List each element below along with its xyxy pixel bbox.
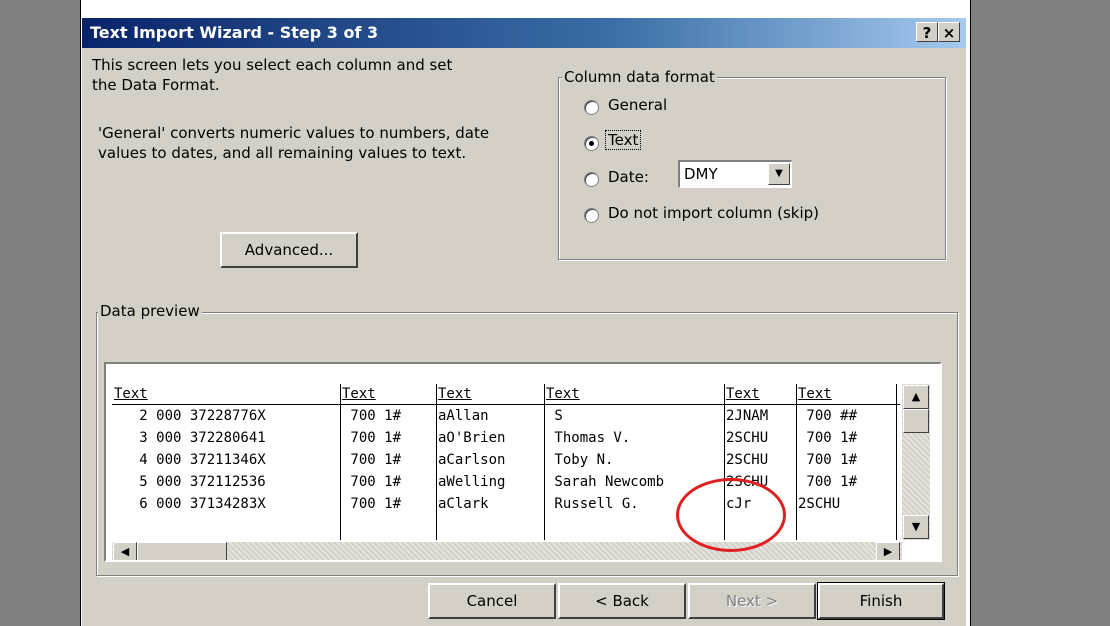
background-panel-right — [970, 0, 1110, 626]
intro-text-line2: the Data Format. — [92, 76, 220, 94]
cell: 700 1# — [342, 408, 402, 424]
column-header[interactable]: Text — [114, 384, 148, 404]
advanced-button-label: Advanced... — [244, 241, 334, 259]
cell: 700 1# — [798, 452, 858, 468]
help-button[interactable]: ? — [916, 22, 938, 42]
date-format-select[interactable]: DMY ▼ — [678, 160, 792, 188]
back-button-label: < Back — [595, 592, 649, 610]
cell: 700 1# — [342, 452, 402, 468]
background-panel-left — [0, 0, 81, 626]
cell: 5 000 372112536 — [114, 474, 266, 490]
date-format-value: DMY — [684, 165, 718, 183]
horizontal-scroll-thumb[interactable] — [137, 542, 227, 560]
cell: aAllan — [438, 408, 506, 424]
cell: 700 1# — [342, 496, 402, 512]
column-header[interactable]: Text — [342, 384, 376, 404]
back-button[interactable]: < Back — [558, 583, 686, 619]
intro-text-line1: This screen lets you select each column … — [92, 56, 453, 74]
column-header[interactable]: Text — [798, 384, 832, 404]
column-header[interactable]: Text — [438, 384, 472, 404]
next-button-label: Next > — [725, 592, 779, 610]
column-divider — [796, 384, 797, 540]
highlight-circle-annotation — [676, 478, 786, 552]
cell: Thomas V. — [546, 430, 656, 446]
cell: 700 1# — [798, 430, 858, 446]
header-separator — [112, 404, 900, 405]
cell: 2SCHU — [726, 430, 769, 446]
cell: Sarah Newcomb — [546, 474, 665, 490]
cell: 700 ## — [798, 408, 858, 424]
cell: Russell G. — [546, 496, 656, 512]
cell: 2 000 37228776X — [114, 408, 266, 424]
cell: aCarlson — [438, 452, 506, 468]
advanced-button[interactable]: Advanced... — [220, 232, 358, 268]
radio-skip-label[interactable]: Do not import column (skip) — [608, 204, 819, 222]
radio-text[interactable] — [584, 136, 599, 151]
description-line1: 'General' converts numeric values to num… — [98, 124, 490, 142]
horizontal-scrollbar[interactable]: ◀ ▶ — [112, 542, 902, 560]
scroll-up-icon[interactable]: ▲ — [903, 385, 929, 409]
cell: 6 000 37134283X — [114, 496, 266, 512]
text-import-wizard-dialog: Text Import Wizard - Step 3 of 3 ? × Thi… — [82, 18, 966, 626]
radio-text-label[interactable]: Text — [604, 130, 642, 150]
cancel-button[interactable]: Cancel — [428, 583, 556, 619]
cell: 2JNAM — [726, 408, 769, 424]
cell: Toby N. — [546, 452, 656, 468]
close-button[interactable]: × — [938, 22, 960, 42]
column-divider — [896, 384, 897, 540]
cell: aO'Brien — [438, 430, 506, 446]
cell: 2SCHU — [726, 452, 769, 468]
column-divider — [436, 384, 437, 540]
cell: 4 000 37211346X — [114, 452, 266, 468]
column-divider — [544, 384, 545, 540]
scroll-left-icon[interactable]: ◀ — [113, 542, 137, 560]
cell: 700 1# — [342, 474, 402, 490]
cancel-button-label: Cancel — [466, 592, 518, 610]
cell: aWelling — [438, 474, 506, 490]
scroll-thumb[interactable] — [903, 409, 929, 433]
column-divider — [340, 384, 341, 540]
column-data-format-label: Column data format — [562, 68, 717, 86]
radio-skip[interactable] — [584, 208, 599, 223]
column-header[interactable]: Text — [726, 384, 760, 404]
cell: aClark — [438, 496, 506, 512]
title-bar: Text Import Wizard - Step 3 of 3 ? × — [82, 18, 966, 48]
cell: 2SCHU — [798, 496, 858, 512]
cell: S — [546, 408, 656, 424]
data-preview-area[interactable]: Text Text Text Text Text Text 2 000 3722… — [104, 362, 942, 562]
description-line2: values to dates, and all remaining value… — [98, 144, 467, 162]
radio-date[interactable] — [584, 172, 599, 187]
data-preview-label: Data preview — [98, 302, 202, 320]
next-button[interactable]: Next > — [688, 583, 816, 619]
chevron-down-icon[interactable]: ▼ — [768, 163, 790, 185]
radio-general-label[interactable]: General — [608, 96, 667, 114]
cell: 700 1# — [342, 430, 402, 446]
finish-button[interactable]: Finish — [817, 582, 945, 620]
vertical-scrollbar[interactable]: ▲ ▼ — [902, 384, 930, 540]
finish-button-label: Finish — [859, 592, 903, 610]
column-header[interactable]: Text — [546, 384, 580, 404]
window-title: Text Import Wizard - Step 3 of 3 — [90, 23, 379, 42]
scroll-down-icon[interactable]: ▼ — [903, 515, 929, 539]
cell: 3 000 372280641 — [114, 430, 266, 446]
scroll-right-icon[interactable]: ▶ — [876, 542, 900, 560]
radio-general[interactable] — [584, 100, 599, 115]
radio-date-label[interactable]: Date: — [608, 168, 649, 186]
cell: 700 1# — [798, 474, 858, 490]
